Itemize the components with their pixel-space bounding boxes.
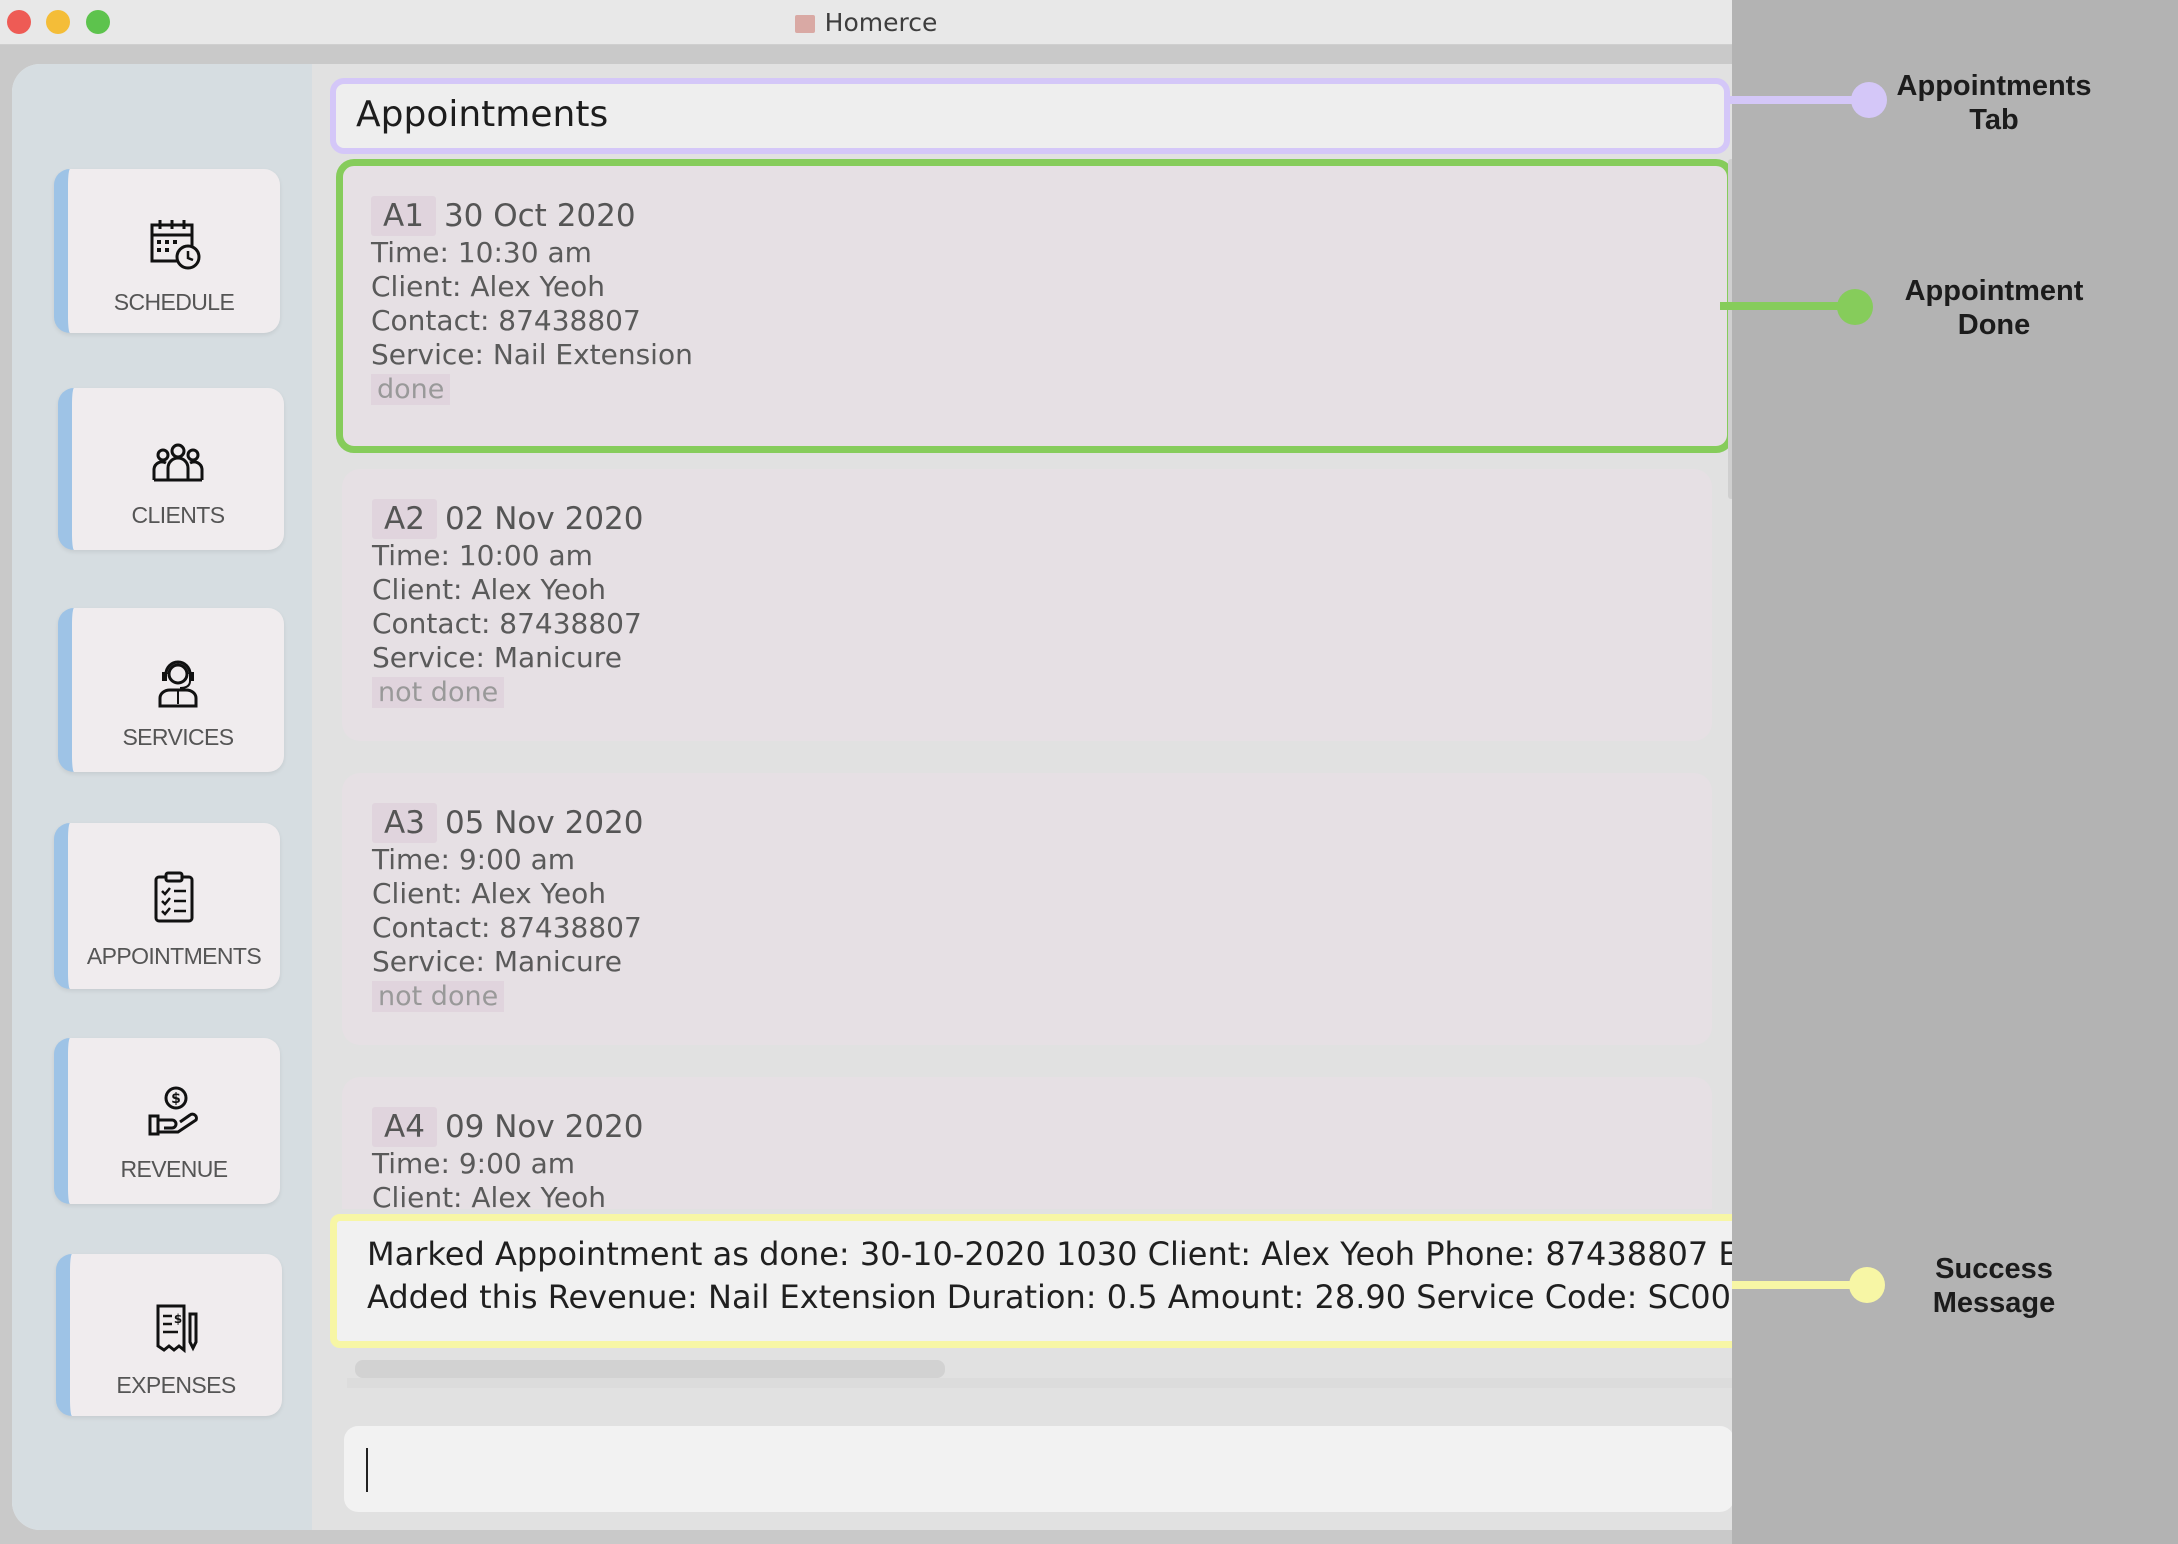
- annotation-label: Appointments Tab: [1896, 70, 2092, 136]
- appointment-time: Time: 9:00 am: [372, 1147, 576, 1180]
- appointment-card[interactable]: A4 09 Nov 2020 Time: 9:00 am Client: Alex…: [342, 1077, 1712, 1209]
- result-line: Marked Appointment as done: 30-10-2020 1…: [367, 1235, 1732, 1273]
- appointment-client: Client: Alex Yeoh: [372, 877, 607, 910]
- appointment-service: Service: Manicure: [372, 945, 622, 978]
- result-horizontal-scrollbar[interactable]: [355, 1360, 945, 1378]
- main-area: Appointments A1 30 Oct 2020 Time: 10:30 a…: [312, 64, 1732, 1530]
- status-badge: not done: [372, 677, 505, 708]
- appointment-client: Client: Alex Yeoh: [371, 270, 606, 303]
- app-icon: [794, 15, 815, 33]
- appointment-id: A4: [372, 1107, 437, 1147]
- appointment-id: A1: [371, 196, 436, 236]
- sidebar: SCHEDULE CLIENTS SERVICES APPOINTMENTS $…: [12, 64, 312, 1530]
- sidebar-item-appointments[interactable]: APPOINTMENTS: [54, 823, 280, 989]
- window-title-text: Homerce: [824, 8, 938, 37]
- calendar-clock-icon: [150, 220, 201, 270]
- sidebar-item-expenses[interactable]: $ EXPENSES: [56, 1254, 282, 1416]
- appointment-time: Time: 9:00 am: [372, 843, 576, 876]
- sidebar-item-schedule[interactable]: SCHEDULE: [54, 169, 280, 333]
- receipt-pen-icon: $: [156, 1304, 198, 1354]
- text-caret: [366, 1448, 368, 1492]
- sidebar-item-label: REVENUE: [120, 1156, 229, 1182]
- sidebar-item-services[interactable]: SERVICES: [58, 608, 284, 772]
- service-person-icon: [158, 660, 198, 708]
- appointment-card[interactable]: A1 30 Oct 2020 Time: 10:30 am Client: Ale…: [336, 159, 1730, 453]
- appointment-time: Time: 10:00 am: [372, 539, 593, 572]
- status-badge: done: [371, 374, 451, 405]
- appointment-contact: Contact: 87438807: [372, 607, 642, 640]
- command-input[interactable]: [344, 1426, 1732, 1512]
- svg-text:$: $: [174, 1312, 182, 1326]
- annotation-label: Appointment Done: [1904, 275, 2084, 341]
- svg-text:$: $: [171, 1091, 181, 1107]
- sidebar-item-revenue[interactable]: $ REVENUE: [54, 1038, 280, 1204]
- appointment-time: Time: 10:30 am: [371, 236, 592, 269]
- status-badge: not done: [372, 981, 505, 1012]
- appointment-date: 05 Nov 2020: [444, 805, 644, 841]
- app-panel: SCHEDULE CLIENTS SERVICES APPOINTMENTS $…: [12, 64, 1732, 1530]
- sidebar-item-label: APPOINTMENTS: [86, 943, 262, 969]
- clipboard-check-icon: [154, 871, 194, 923]
- annotation-connector: [1732, 1281, 1867, 1289]
- title-bar: Homerce: [0, 0, 1732, 45]
- appointment-contact: Contact: 87438807: [371, 304, 641, 337]
- scroll-track: [347, 1378, 1732, 1388]
- appointment-service: Service: Nail Extension: [371, 338, 693, 371]
- sidebar-item-clients[interactable]: CLIENTS: [58, 388, 284, 550]
- people-icon: [152, 443, 204, 482]
- app-window: Homerce SCHEDULE CLIENTS SERVICES APPOIN…: [0, 0, 1732, 1544]
- appointment-date: 02 Nov 2020: [444, 501, 644, 537]
- annotation-connector: [1724, 96, 1869, 104]
- appointment-service: Service: Manicure: [372, 641, 622, 674]
- page-title: Appointments: [356, 94, 609, 135]
- appointments-tab-header: Appointments: [330, 78, 1730, 154]
- annotation-label: Success Message: [1932, 1253, 2056, 1319]
- appointment-id: A2: [372, 499, 437, 539]
- appointment-contact: Contact: 87438807: [372, 911, 642, 944]
- appointment-client: Client: Alex Yeoh: [372, 573, 607, 606]
- result-display: Marked Appointment as done: 30-10-2020 1…: [330, 1214, 1732, 1348]
- appointment-date: 30 Oct 2020: [443, 198, 636, 234]
- appointment-card[interactable]: A3 05 Nov 2020 Time: 9:00 am Client: Alex…: [342, 773, 1712, 1045]
- sidebar-item-label: SERVICES: [122, 724, 234, 750]
- annotation-dot: [1837, 289, 1873, 325]
- sidebar-item-label: CLIENTS: [131, 502, 226, 528]
- appointment-card[interactable]: A2 02 Nov 2020 Time: 10:00 am Client: Ale…: [342, 469, 1712, 741]
- result-line: Added this Revenue: Nail Extension Durat…: [367, 1278, 1732, 1316]
- appointment-date: 09 Nov 2020: [444, 1109, 644, 1145]
- appointment-list[interactable]: A1 30 Oct 2020 Time: 10:30 am Client: Ale…: [330, 159, 1730, 1209]
- sidebar-item-label: EXPENSES: [116, 1372, 236, 1398]
- window-title: Homerce: [0, 8, 1732, 37]
- appointment-id: A3: [372, 803, 437, 843]
- appointment-client: Client: Alex Yeoh: [372, 1181, 607, 1209]
- annotation-connector: [1720, 302, 1856, 310]
- sidebar-item-label: SCHEDULE: [113, 289, 235, 315]
- hand-coin-icon: $: [148, 1086, 198, 1136]
- list-scrollbar[interactable]: [1728, 159, 1732, 499]
